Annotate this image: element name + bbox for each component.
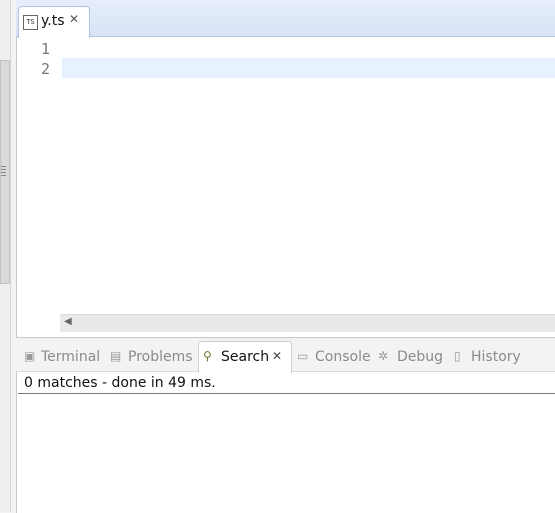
editor-tab-label[interactable]: y.ts <box>41 13 65 29</box>
line-number: 1 <box>40 40 50 58</box>
scrollbar-grip-icon <box>1 166 6 176</box>
problems-icon: ▤ <box>110 349 122 363</box>
terminal-icon: ▣ <box>24 349 36 363</box>
console-icon: ▭ <box>297 349 309 363</box>
tab-console[interactable]: Console <box>315 349 371 365</box>
history-icon: ▯ <box>454 349 461 363</box>
editor-horizontal-scrollbar[interactable] <box>60 314 555 332</box>
line-number: 2 <box>40 60 50 78</box>
typescript-file-icon: TS <box>23 15 38 30</box>
tab-search[interactable]: Search <box>221 349 269 365</box>
status-divider <box>18 393 555 394</box>
close-tab-icon[interactable]: ✕ <box>69 12 79 26</box>
tab-history[interactable]: History <box>471 349 521 365</box>
editor-tab-bar <box>16 0 555 37</box>
tab-problems[interactable]: Problems <box>128 349 193 365</box>
search-flashlight-icon: ⚲ <box>203 349 212 363</box>
search-status-text: 0 matches - done in 49 ms. <box>24 375 216 391</box>
close-search-tab-icon[interactable]: ✕ <box>272 349 282 363</box>
scroll-left-arrow-icon[interactable]: ◀ <box>64 316 72 327</box>
current-line-highlight <box>62 58 555 78</box>
tab-debug[interactable]: Debug <box>397 349 443 365</box>
debug-bug-icon: ✲ <box>378 349 389 363</box>
tab-terminal[interactable]: Terminal <box>41 349 100 365</box>
code-editor[interactable] <box>16 0 555 338</box>
